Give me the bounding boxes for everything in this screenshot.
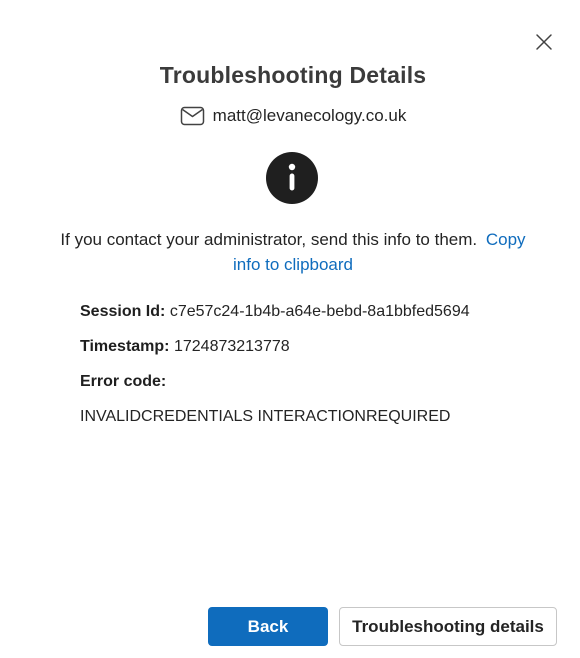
details-section: Session Id: c7e57c24-1b4b-a64e-bebd-8a1b… bbox=[80, 299, 560, 439]
dialog-title: Troubleshooting Details bbox=[159, 62, 427, 88]
message-text: If you contact your administrator, send … bbox=[60, 230, 478, 249]
session-id-value: c7e57c24-1b4b-a64e-bebd-8a1bbfed5694 bbox=[169, 303, 470, 320]
troubleshooting-details-button[interactable]: Troubleshooting details bbox=[339, 607, 557, 646]
close-button[interactable] bbox=[530, 28, 558, 56]
error-code-value: INVALIDCREDENTIALS INTERACTIONREQUIRED bbox=[80, 408, 451, 425]
info-icon bbox=[266, 152, 318, 204]
back-button[interactable]: Back bbox=[208, 607, 328, 646]
error-code-value-row: INVALIDCREDENTIALS INTERACTIONREQUIRED bbox=[80, 404, 560, 439]
account-row: matt@levanecology.co.uk bbox=[0, 106, 580, 126]
timestamp-row: Timestamp: 1724873213778 bbox=[80, 334, 560, 369]
troubleshooting-dialog: Troubleshooting Details matt@levanecolog… bbox=[0, 0, 580, 658]
info-message: If you contact your administrator, send … bbox=[60, 227, 526, 277]
mail-icon bbox=[180, 106, 205, 126]
error-code-row: Error code: bbox=[80, 369, 560, 404]
error-code-label: Error code: bbox=[80, 373, 167, 390]
close-icon bbox=[536, 34, 552, 50]
timestamp-value: 1724873213778 bbox=[173, 338, 290, 355]
timestamp-label: Timestamp: bbox=[80, 338, 170, 355]
account-email: matt@levanecology.co.uk bbox=[212, 106, 407, 125]
session-id-row: Session Id: c7e57c24-1b4b-a64e-bebd-8a1b… bbox=[80, 299, 560, 334]
session-id-label: Session Id: bbox=[80, 303, 166, 320]
